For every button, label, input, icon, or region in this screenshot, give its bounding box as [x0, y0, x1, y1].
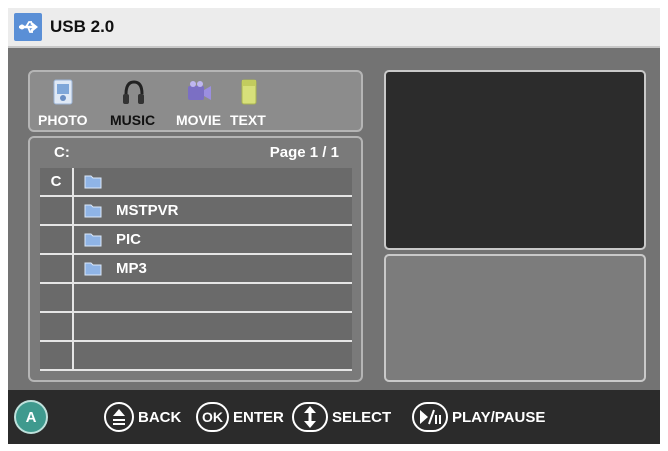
tab-text[interactable]: TEXT — [230, 78, 266, 128]
play-pause-label: PLAY/PAUSE — [452, 408, 546, 426]
arrows-icon — [292, 402, 328, 432]
logo-icon: A — [14, 400, 48, 434]
enter-hint[interactable]: OK ENTER — [196, 400, 284, 434]
drive-column — [40, 284, 74, 311]
info-panel — [384, 254, 646, 382]
drive-column — [40, 313, 74, 340]
folder-icon — [84, 260, 102, 276]
drive-column — [40, 342, 74, 369]
ok-button-icon: OK — [196, 402, 229, 432]
drive-label: C: — [54, 144, 70, 161]
select-hint[interactable]: SELECT — [292, 400, 391, 434]
page-indicator: Page 1 / 1 — [269, 144, 339, 161]
preview-window — [384, 70, 646, 250]
enter-label: ENTER — [233, 408, 284, 426]
tab-movie-label: MOVIE — [176, 112, 222, 128]
tab-music-label: MUSIC — [110, 112, 156, 128]
media-type-panel: PHOTO MUSIC MOVIE TEXT — [28, 70, 363, 132]
drive-column — [40, 197, 74, 224]
movie-icon — [186, 78, 212, 108]
tab-photo[interactable]: PHOTO — [38, 78, 88, 128]
file-browser: C: Page 1 / 1 C MSTPVR PIC MP3 — [28, 136, 363, 382]
file-name: PIC — [116, 231, 142, 248]
file-name: MP3 — [116, 260, 147, 277]
text-icon — [235, 78, 261, 108]
folder-icon — [84, 202, 102, 218]
title-bar: USB 2.0 — [8, 8, 660, 48]
list-item[interactable] — [40, 342, 352, 371]
back-label: BACK — [138, 408, 182, 426]
music-icon — [120, 78, 146, 108]
footer-hint-bar: A BACK OK ENTER SELECT PLAY/PAUSE — [8, 390, 660, 444]
list-item[interactable]: PIC — [40, 226, 352, 255]
select-label: SELECT — [332, 408, 392, 426]
folder-icon — [84, 231, 102, 247]
file-name: MSTPVR — [116, 202, 179, 219]
window-title: USB 2.0 — [50, 17, 115, 36]
tab-movie[interactable]: MOVIE — [176, 78, 221, 128]
tab-text-label: TEXT — [230, 112, 266, 128]
tab-music[interactable]: MUSIC — [110, 78, 155, 128]
back-hint[interactable]: BACK — [104, 400, 181, 434]
up-down-icon — [104, 402, 134, 432]
file-list: C MSTPVR PIC MP3 — [40, 168, 352, 371]
list-item[interactable] — [40, 313, 352, 342]
list-item[interactable] — [40, 284, 352, 313]
drive-column — [40, 226, 74, 253]
drive-column: C — [40, 168, 74, 195]
tab-photo-label: PHOTO — [38, 112, 88, 128]
list-item[interactable]: MSTPVR — [40, 197, 352, 226]
media-browser-screen: PHOTO MUSIC MOVIE TEXT C: Page 1 / 1 C M… — [8, 48, 660, 390]
usb-icon — [14, 13, 42, 41]
drive-column — [40, 255, 74, 282]
list-item[interactable]: MP3 — [40, 255, 352, 284]
list-item[interactable]: C — [40, 168, 352, 197]
photo-icon — [50, 78, 76, 108]
play-pause-icon — [412, 402, 448, 432]
play-pause-hint[interactable]: PLAY/PAUSE — [412, 400, 545, 434]
folder-icon — [84, 173, 102, 189]
